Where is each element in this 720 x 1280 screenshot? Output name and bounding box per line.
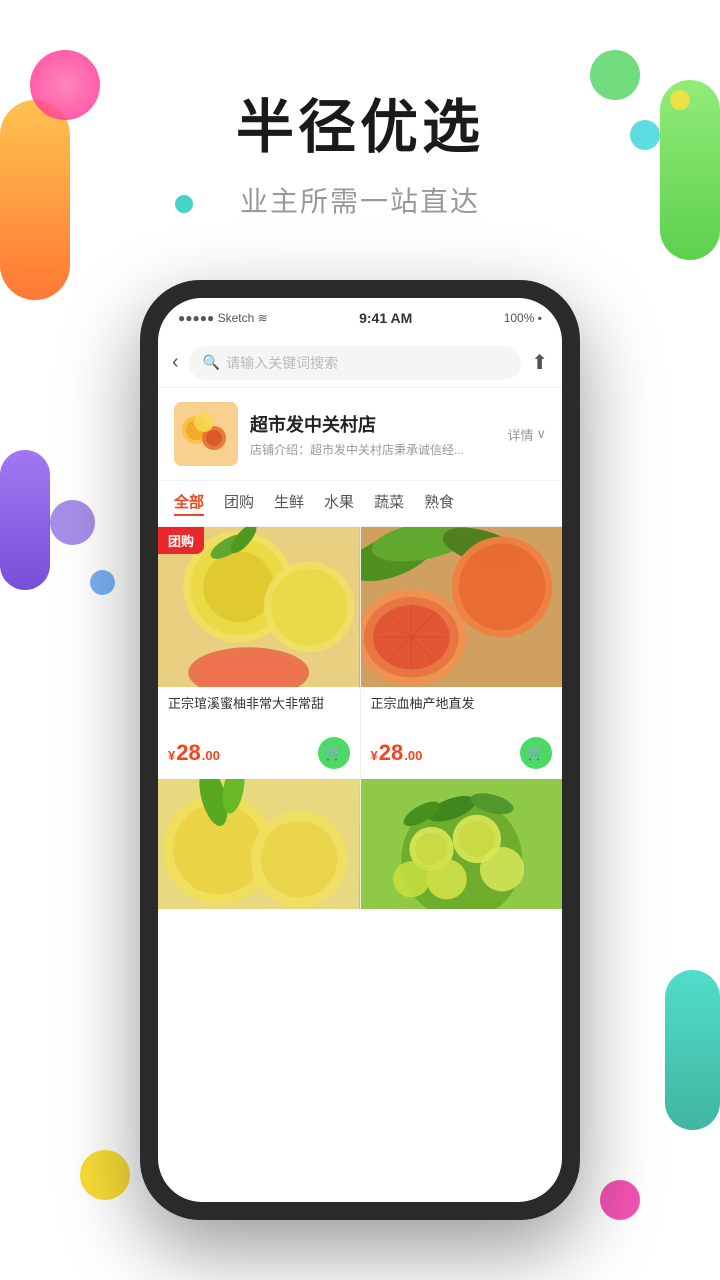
price-decimal-2: .00 xyxy=(404,748,422,763)
status-time: 9:41 AM xyxy=(359,310,412,326)
tab-fruit[interactable]: 水果 xyxy=(324,491,354,516)
product-info-1: 正宗琯溪蜜柚非常大非常甜 ¥ 28 .00 🛒 xyxy=(158,687,360,779)
store-avatar-image xyxy=(174,402,238,466)
product-grid: 团购 正宗琯溪蜜柚非常大非常甜 ¥ 28 .00 🛒 xyxy=(158,527,562,779)
status-bar: ●●●●● Sketch ≋ 9:41 AM 100% ▪ xyxy=(158,298,562,338)
status-carrier: ●●●●● Sketch ≋ xyxy=(178,311,268,325)
bottom-product-2 xyxy=(361,779,563,909)
product-name-1: 正宗琯溪蜜柚非常大非常甜 xyxy=(168,695,350,731)
tab-cooked[interactable]: 熟食 xyxy=(424,491,454,516)
deco-pink-blob-bot xyxy=(600,1180,640,1220)
price-decimal-1: .00 xyxy=(202,748,220,763)
add-to-cart-button-1[interactable]: 🛒 xyxy=(318,737,350,769)
product-info-2: 正宗血柚产地直发 ¥ 28 .00 🛒 xyxy=(361,687,563,779)
category-tabs: 全部 团购 生鲜 水果 蔬菜 熟食 xyxy=(158,481,562,527)
chevron-down-icon: ∨ xyxy=(536,426,546,442)
search-placeholder-text: 请输入关键词搜索 xyxy=(226,353,338,373)
status-battery: 100% ▪ xyxy=(504,311,542,325)
title-section: 半径优选 业主所需一站直达 xyxy=(0,80,720,220)
product-name-2: 正宗血柚产地直发 xyxy=(371,695,553,731)
store-avatar xyxy=(174,402,238,466)
deco-purple-pill-left xyxy=(0,450,50,590)
store-detail-button[interactable]: 详情 ∨ xyxy=(507,425,546,444)
app-bar: ‹ 🔍 请输入关键词搜索 ⬆ xyxy=(158,338,562,388)
price-symbol-1: ¥ xyxy=(168,748,175,763)
price-symbol-2: ¥ xyxy=(371,748,378,763)
sub-title: 业主所需一站直达 xyxy=(0,180,720,220)
deco-purple-blob-mid xyxy=(50,500,95,545)
product-price-2: ¥ 28 .00 xyxy=(371,740,423,766)
price-main-1: 28 xyxy=(176,740,200,766)
svg-text:🛒: 🛒 xyxy=(527,745,544,762)
tab-veg[interactable]: 蔬菜 xyxy=(374,491,404,516)
search-box[interactable]: 🔍 请输入关键词搜索 xyxy=(189,346,522,380)
phone-screen: ●●●●● Sketch ≋ 9:41 AM 100% ▪ ‹ 🔍 请输入关键词… xyxy=(158,298,562,1202)
store-header: 超市发中关村店 店铺介绍：超市发中关村店秉承诚信经... 详情 ∨ xyxy=(158,388,562,481)
back-button[interactable]: ‹ xyxy=(172,351,179,374)
add-to-cart-button-2[interactable]: 🛒 xyxy=(520,737,552,769)
product-price-1: ¥ 28 .00 xyxy=(168,740,220,766)
store-name: 超市发中关村店 xyxy=(250,411,507,437)
bottom-product-1 xyxy=(158,779,360,909)
phone-mockup: ●●●●● Sketch ≋ 9:41 AM 100% ▪ ‹ 🔍 请输入关键词… xyxy=(140,280,580,1220)
product-price-row-2: ¥ 28 .00 🛒 xyxy=(371,737,553,769)
share-button[interactable]: ⬆ xyxy=(531,350,548,375)
tab-group[interactable]: 团购 xyxy=(224,491,254,516)
tab-fresh[interactable]: 生鲜 xyxy=(274,491,304,516)
price-main-2: 28 xyxy=(379,740,403,766)
product-card-2: 正宗血柚产地直发 ¥ 28 .00 🛒 xyxy=(361,527,563,779)
deco-yellow-blob-bot xyxy=(80,1150,130,1200)
store-detail-label: 详情 xyxy=(507,425,533,444)
tab-all[interactable]: 全部 xyxy=(174,491,204,516)
store-desc: 店铺介绍：超市发中关村店秉承诚信经... xyxy=(250,441,507,458)
product-image-1: 团购 xyxy=(158,527,360,687)
phone-outer: ●●●●● Sketch ≋ 9:41 AM 100% ▪ ‹ 🔍 请输入关键词… xyxy=(140,280,580,1220)
product-badge-1: 团购 xyxy=(158,527,204,554)
svg-text:🛒: 🛒 xyxy=(325,745,342,762)
product-price-row-1: ¥ 28 .00 🛒 xyxy=(168,737,350,769)
deco-blue-blob-bot xyxy=(90,570,115,595)
search-icon: 🔍 xyxy=(203,354,220,371)
main-title: 半径优选 xyxy=(0,80,720,164)
bottom-product-row xyxy=(158,779,562,909)
deco-teal-pill-right xyxy=(665,970,720,1130)
product-card-1: 团购 正宗琯溪蜜柚非常大非常甜 ¥ 28 .00 🛒 xyxy=(158,527,360,779)
store-info: 超市发中关村店 店铺介绍：超市发中关村店秉承诚信经... xyxy=(238,411,507,458)
product-image-2 xyxy=(361,527,563,687)
